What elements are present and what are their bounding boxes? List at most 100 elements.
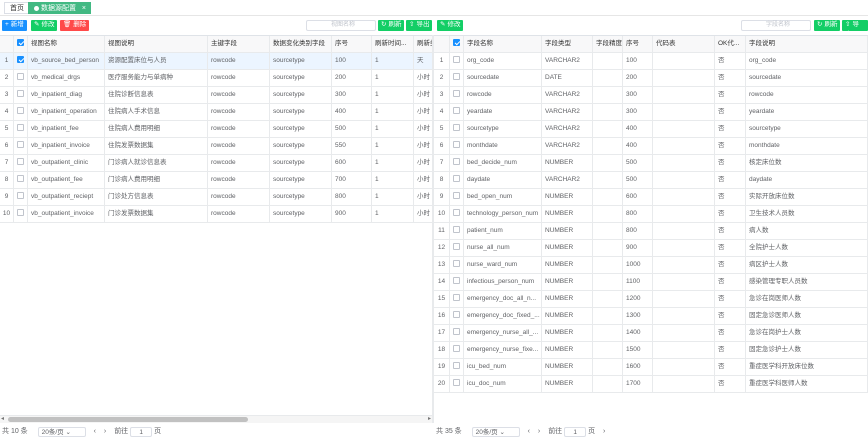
- row-checkbox-cell[interactable]: [450, 53, 464, 69]
- column-header[interactable]: 字段精度: [593, 36, 623, 52]
- row-checkbox-cell[interactable]: [14, 104, 28, 120]
- select-all-checkbox-cell[interactable]: [450, 36, 464, 52]
- row-checkbox-cell[interactable]: [450, 359, 464, 375]
- table-row[interactable]: 6 vb_inpatient_invoice 住院发票数据集 rowcode sourc…: [0, 138, 432, 155]
- row-checkbox[interactable]: [453, 158, 460, 166]
- table-row[interactable]: 19 icu_bed_num NUMBER 1600 否重症医学科开放床位数: [434, 359, 868, 376]
- column-header[interactable]: 字段说明: [746, 36, 868, 52]
- view-name-search-input[interactable]: 视图名称: [306, 20, 376, 31]
- table-row[interactable]: 18 emergency_nurse_fixe... NUMBER 1500 否固定急诊…: [434, 342, 868, 359]
- table-row[interactable]: 17 emergency_nurse_all_... NUMBER 1400 否急诊在岗…: [434, 325, 868, 342]
- field-edit-button[interactable]: ✎ 修改: [437, 20, 464, 31]
- row-checkbox-cell[interactable]: [450, 376, 464, 392]
- column-header[interactable]: 视图说明: [105, 36, 208, 52]
- column-header[interactable]: 刷新类: [414, 36, 432, 52]
- scroll-right-icon[interactable]: ▸: [428, 415, 431, 422]
- row-checkbox[interactable]: [453, 328, 460, 336]
- row-checkbox-cell[interactable]: [450, 70, 464, 86]
- row-checkbox[interactable]: [453, 277, 460, 285]
- row-checkbox-cell[interactable]: [450, 274, 464, 290]
- row-checkbox-cell[interactable]: [450, 291, 464, 307]
- row-checkbox[interactable]: [453, 260, 460, 268]
- table-row[interactable]: 7 bed_decide_num NUMBER 500 否核定床位数: [434, 155, 868, 172]
- prev-page-icon[interactable]: ‹: [94, 428, 96, 435]
- row-checkbox[interactable]: [17, 73, 24, 81]
- row-checkbox-cell[interactable]: [450, 257, 464, 273]
- add-button[interactable]: + 新增: [2, 20, 27, 31]
- table-row[interactable]: 9 bed_open_num NUMBER 600 否实际开放床位数: [434, 189, 868, 206]
- tab-datasource-config[interactable]: 数据源配置 ×: [28, 2, 91, 14]
- row-checkbox[interactable]: [453, 362, 460, 370]
- column-header[interactable]: OK代...: [715, 36, 746, 52]
- next-page-icon[interactable]: ›: [104, 428, 106, 435]
- row-checkbox-cell[interactable]: [14, 189, 28, 205]
- page-size-select[interactable]: 20条/页 ⌄: [37, 427, 86, 437]
- table-row[interactable]: 11 patient_num NUMBER 800 否病人数: [434, 223, 868, 240]
- row-checkbox-cell[interactable]: [450, 172, 464, 188]
- table-row[interactable]: 9 vb_outpatient_reciept 门诊处方信息表 rowcode sour…: [0, 189, 432, 206]
- row-checkbox[interactable]: [17, 141, 24, 149]
- row-checkbox-cell[interactable]: [14, 172, 28, 188]
- table-row[interactable]: 1 org_code VARCHAR2 100 否 org_code: [434, 53, 868, 70]
- row-checkbox-cell[interactable]: [450, 87, 464, 103]
- row-checkbox-cell[interactable]: [450, 206, 464, 222]
- table-row[interactable]: 5 vb_inpatient_fee 住院病人费用明细 rowcode sourcety…: [0, 121, 432, 138]
- row-checkbox[interactable]: [453, 56, 460, 64]
- row-checkbox-cell[interactable]: [14, 138, 28, 154]
- row-checkbox[interactable]: [453, 192, 460, 200]
- next-page-icon[interactable]: ›: [603, 428, 605, 435]
- row-checkbox-cell[interactable]: [450, 325, 464, 341]
- row-checkbox[interactable]: [17, 90, 24, 98]
- table-row[interactable]: 5 sourcetype VARCHAR2 400 否 sourcetype: [434, 121, 868, 138]
- table-row[interactable]: 13 nurse_ward_num NUMBER 1000 否病区护士人数: [434, 257, 868, 274]
- row-checkbox[interactable]: [17, 209, 24, 217]
- column-header[interactable]: 代码表: [653, 36, 715, 52]
- row-checkbox[interactable]: [17, 192, 24, 200]
- delete-button[interactable]: 🗑 删除: [60, 20, 90, 31]
- select-all-checkbox-cell[interactable]: [14, 36, 28, 52]
- row-checkbox-cell[interactable]: [14, 206, 28, 222]
- row-checkbox[interactable]: [453, 107, 460, 115]
- row-checkbox-cell[interactable]: [450, 223, 464, 239]
- row-checkbox[interactable]: [453, 379, 460, 387]
- field-refresh-button[interactable]: ↻ 刷新: [814, 20, 841, 31]
- table-row[interactable]: 15 emergency_doc_all_n... NUMBER 1200 否急诊在岗医…: [434, 291, 868, 308]
- table-row[interactable]: 10 technology_person_num NUMBER 800 否卫生技术人员数: [434, 206, 868, 223]
- tab-home[interactable]: 首页: [4, 2, 30, 14]
- export-button[interactable]: ⇧ 导出: [406, 20, 433, 31]
- edit-button[interactable]: ✎ 修改: [31, 20, 58, 31]
- row-checkbox[interactable]: [453, 209, 460, 217]
- table-row[interactable]: 4 yeardate VARCHAR2 300 否 yeardate: [434, 104, 868, 121]
- row-checkbox-cell[interactable]: [14, 121, 28, 137]
- row-checkbox-cell[interactable]: [450, 342, 464, 358]
- row-checkbox-cell[interactable]: [14, 70, 28, 86]
- row-checkbox-cell[interactable]: [14, 87, 28, 103]
- table-row[interactable]: 14 infectious_person_num NUMBER 1100 否感染管理专职…: [434, 274, 868, 291]
- row-checkbox[interactable]: [453, 90, 460, 98]
- refresh-button[interactable]: ↻ 刷新: [378, 20, 405, 31]
- row-checkbox[interactable]: [453, 311, 460, 319]
- column-header[interactable]: 刷新时间...: [372, 36, 414, 52]
- row-checkbox-cell[interactable]: [450, 138, 464, 154]
- row-checkbox-cell[interactable]: [450, 121, 464, 137]
- table-row[interactable]: 3 vb_inpatient_diag 住院诊断信息表 rowcode sourcety…: [0, 87, 432, 104]
- table-row[interactable]: 6 monthdate VARCHAR2 400 否 monthdate: [434, 138, 868, 155]
- table-row[interactable]: 8 vb_outpatient_fee 门诊病人费用明细 rowcode sourcet…: [0, 172, 432, 189]
- table-row[interactable]: 20 icu_doc_num NUMBER 1700 否重症医学科医师人数: [434, 376, 868, 393]
- horizontal-scrollbar[interactable]: ◂ ▸: [0, 415, 432, 423]
- page-jump-input[interactable]: 1: [130, 427, 153, 437]
- row-checkbox-cell[interactable]: [450, 155, 464, 171]
- row-checkbox[interactable]: [453, 73, 460, 81]
- row-checkbox[interactable]: [453, 175, 460, 183]
- table-row[interactable]: 3 rowcode VARCHAR2 300 否 rowcode: [434, 87, 868, 104]
- column-header[interactable]: 视图名称: [28, 36, 105, 52]
- column-header[interactable]: 序号: [332, 36, 372, 52]
- page-size-select[interactable]: 20条/页 ⌄: [471, 427, 520, 437]
- row-checkbox[interactable]: [17, 56, 24, 64]
- row-checkbox-cell[interactable]: [14, 53, 28, 69]
- row-checkbox[interactable]: [17, 107, 24, 115]
- prev-page-icon[interactable]: ‹: [528, 428, 530, 435]
- table-row[interactable]: 4 vb_inpatient_operation 住院病人手术信息 rowcode so…: [0, 104, 432, 121]
- column-header[interactable]: 字段类型: [542, 36, 593, 52]
- field-name-search-input[interactable]: 字段名称: [741, 20, 811, 31]
